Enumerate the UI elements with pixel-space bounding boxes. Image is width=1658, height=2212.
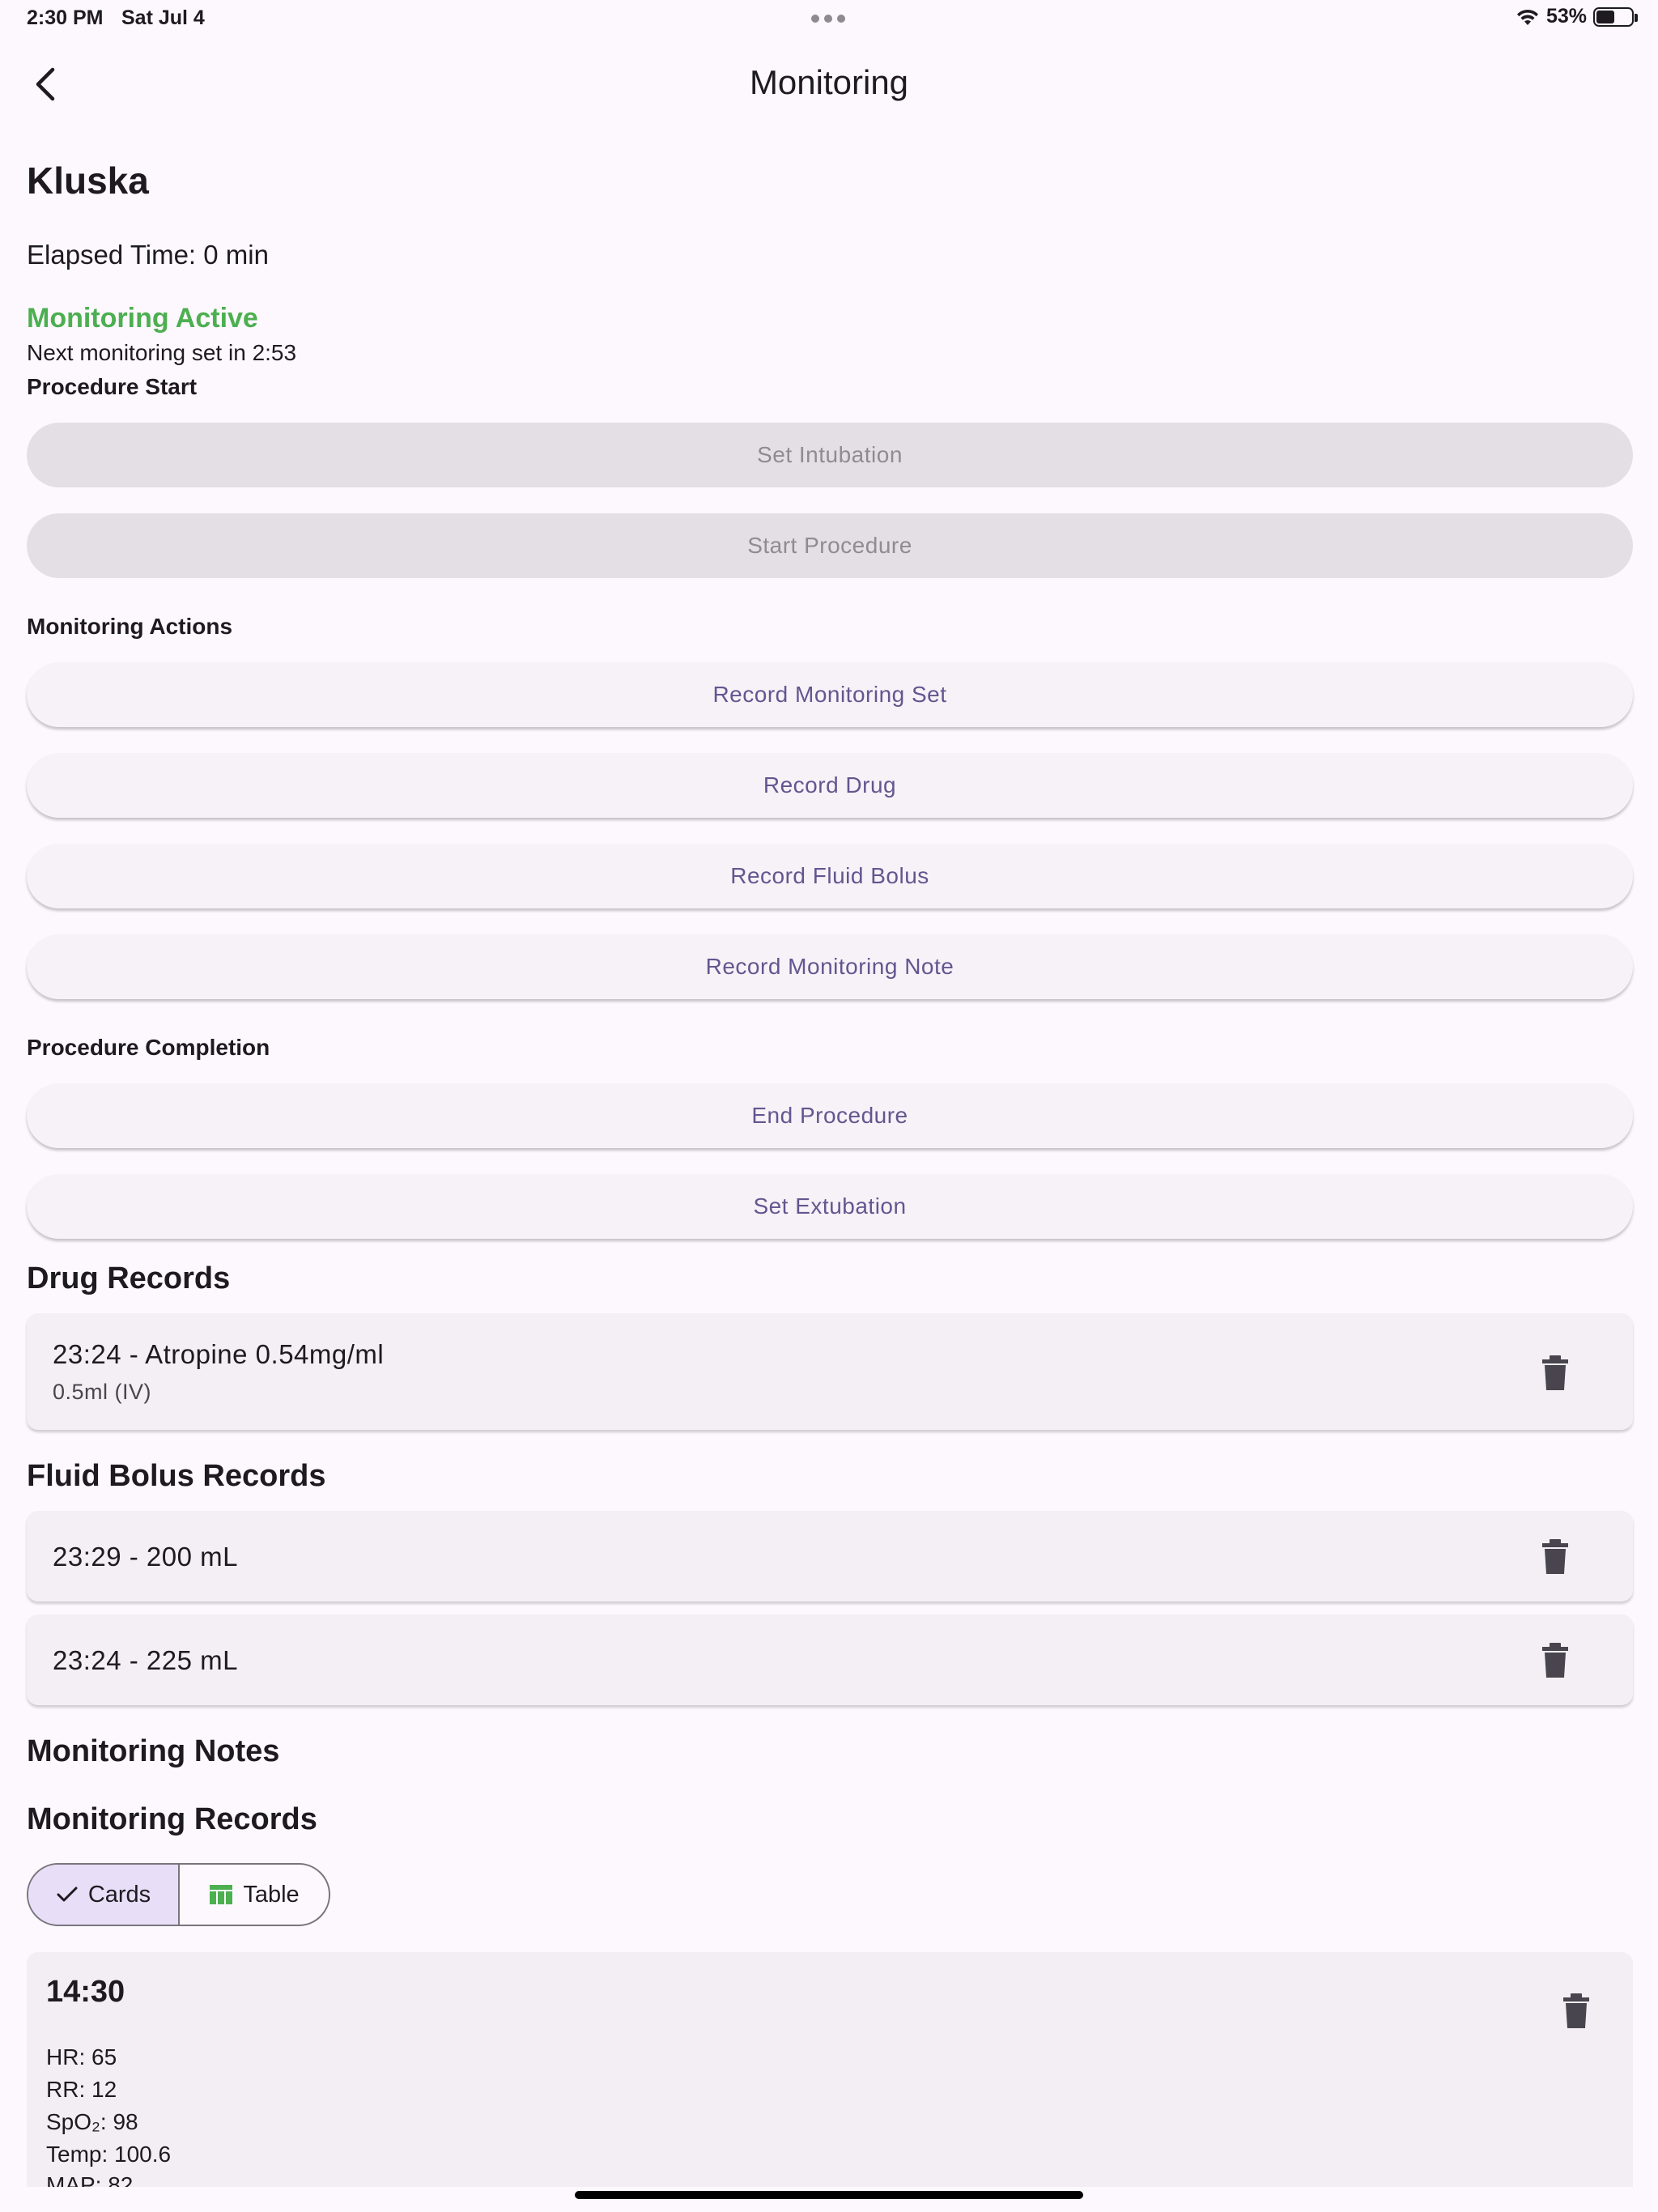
- record-hr: HR: 65: [46, 2044, 117, 2069]
- drug-record-subtitle: 0.5ml (IV): [53, 1380, 152, 1404]
- record-monitoring-set-button[interactable]: Record Monitoring Set: [27, 662, 1633, 727]
- monitoring-status: Monitoring Active: [27, 303, 258, 334]
- status-date: Sat Jul 4: [121, 6, 205, 29]
- fluid-record-item[interactable]: 23:29 - 200 mL: [27, 1511, 1633, 1602]
- patient-name: Kluska: [27, 160, 149, 202]
- check-icon: [57, 1887, 78, 1902]
- drug-record-item[interactable]: 23:24 - Atropine 0.54mg/ml 0.5ml (IV): [27, 1313, 1633, 1430]
- trash-icon[interactable]: [1560, 1993, 1592, 2030]
- drug-records-heading: Drug Records: [27, 1261, 231, 1295]
- trash-icon[interactable]: [1539, 1538, 1571, 1576]
- procedure-start-label: Procedure Start: [27, 374, 198, 399]
- end-procedure-button[interactable]: End Procedure: [27, 1083, 1633, 1148]
- monitoring-notes-heading: Monitoring Notes: [27, 1734, 280, 1768]
- drug-record-title: 23:24 - Atropine 0.54mg/ml: [53, 1339, 385, 1369]
- battery-icon: [1593, 6, 1638, 27]
- elapsed-time: Elapsed Time: 0 min: [27, 240, 269, 270]
- cards-view-segment[interactable]: Cards: [28, 1865, 180, 1925]
- records-view-toggle: Cards Table: [27, 1863, 330, 1926]
- trash-icon[interactable]: [1539, 1355, 1571, 1392]
- battery-fill: [1596, 10, 1615, 23]
- wifi-icon: [1516, 9, 1538, 25]
- record-fluid-bolus-button[interactable]: Record Fluid Bolus: [27, 844, 1633, 908]
- monitoring-record-card[interactable]: 14:30 HR: 65 RR: 12 SpO₂: 98 Temp: 100.6…: [27, 1952, 1633, 2187]
- record-rr: RR: 12: [46, 2077, 117, 2102]
- record-spo2: SpO₂: 98: [46, 2109, 138, 2134]
- monitoring-records-heading: Monitoring Records: [27, 1802, 317, 1836]
- record-map: MAP: 82: [46, 2174, 134, 2187]
- fluid-record-title: 23:24 - 225 mL: [53, 1645, 238, 1675]
- next-monitoring-countdown: Next monitoring set in 2:53: [27, 340, 297, 365]
- status-time: 2:30 PM: [27, 6, 104, 29]
- record-temp: Temp: 100.6: [46, 2142, 172, 2167]
- monitoring-actions-label: Monitoring Actions: [27, 614, 233, 639]
- table-view-segment[interactable]: Table: [180, 1865, 329, 1925]
- table-label: Table: [243, 1881, 300, 1908]
- fluid-record-item[interactable]: 23:24 - 225 mL: [27, 1614, 1633, 1705]
- record-time: 14:30: [46, 1975, 125, 2009]
- start-procedure-button[interactable]: Start Procedure: [27, 513, 1633, 578]
- page-title: Monitoring: [749, 63, 909, 101]
- record-drug-button[interactable]: Record Drug: [27, 753, 1633, 818]
- record-monitoring-note-button[interactable]: Record Monitoring Note: [27, 934, 1633, 999]
- battery-percent: 53%: [1545, 5, 1587, 28]
- home-indicator[interactable]: [575, 2191, 1083, 2199]
- set-extubation-button[interactable]: Set Extubation: [27, 1174, 1633, 1239]
- cards-label: Cards: [87, 1881, 151, 1908]
- multitasking-dots-icon[interactable]: [811, 15, 845, 23]
- table-icon: [210, 1885, 233, 1904]
- fluid-record-title: 23:29 - 200 mL: [53, 1542, 238, 1572]
- fluid-bolus-records-heading: Fluid Bolus Records: [27, 1459, 326, 1493]
- procedure-completion-label: Procedure Completion: [27, 1035, 270, 1060]
- monitoring-screen: 2:30 PM Sat Jul 4 53% Monitoring Kluska …: [0, 0, 1658, 2212]
- set-intubation-button[interactable]: Set Intubation: [27, 423, 1633, 487]
- status-indicators: 53%: [1516, 5, 1638, 28]
- trash-icon[interactable]: [1539, 1642, 1571, 1679]
